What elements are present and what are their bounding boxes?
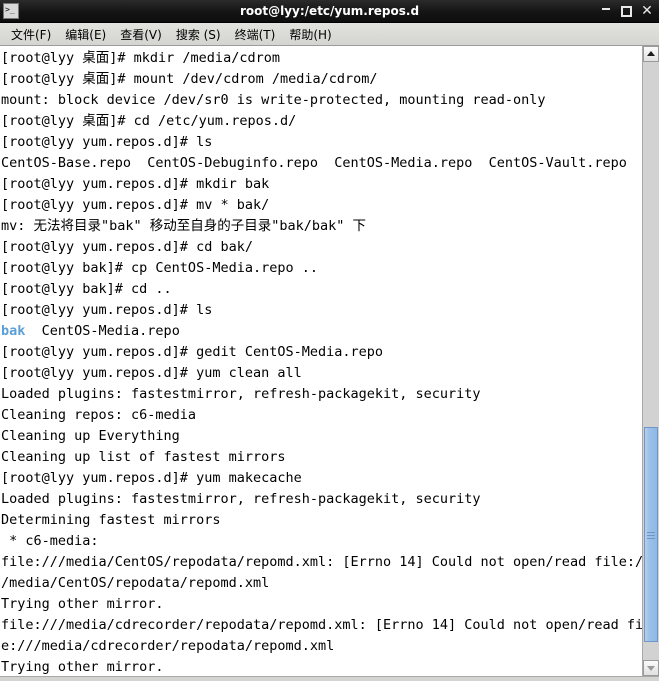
terminal-line: [root@lyy yum.repos.d]# yum makecache (1, 468, 642, 489)
terminal-text: [root@lyy yum.repos.d]# yum clean all (1, 365, 302, 381)
scroll-up-arrow-icon[interactable] (643, 46, 659, 62)
terminal-text: CentOS-Media.repo (25, 323, 180, 339)
maximize-button[interactable] (621, 5, 632, 17)
terminal-icon (3, 3, 19, 19)
terminal-text: Cleaning up list of fastest mirrors (1, 449, 286, 465)
terminal-text: Trying other mirror. (1, 659, 164, 675)
terminal-screen[interactable]: [root@lyy 桌面]# mkdir /media/cdrom [root@l… (0, 46, 642, 676)
terminal-text: Cleaning up Everything (1, 428, 180, 444)
terminal-text: [root@lyy 桌面]# mkdir /media/cdrom (1, 50, 280, 66)
terminal-line: [root@lyy bak]# cd .. (1, 279, 642, 300)
window-statusbar (0, 676, 659, 681)
terminal-text: file:///media/CentOS/repodata/repomd.xml… (1, 554, 642, 570)
terminal-text: [root@lyy yum.repos.d]# mkdir bak (1, 176, 270, 192)
menu-item-search[interactable]: 搜索 (S) (169, 24, 228, 45)
terminal-text: Loaded plugins: fastestmirror, refresh-p… (1, 491, 481, 507)
terminal-text: Trying other mirror. (1, 596, 164, 612)
terminal-line: [root@lyy 桌面]# mount /dev/cdrom /media/c… (1, 69, 642, 90)
terminal-line: [root@lyy yum.repos.d]# mkdir bak (1, 174, 642, 195)
terminal-line: mv: 无法将目录"bak" 移动至自身的子目录"bak/bak" 下 (1, 216, 642, 237)
terminal-line: Loaded plugins: fastestmirror, refresh-p… (1, 384, 642, 405)
menu-item-terminal[interactable]: 终端(T) (228, 24, 283, 45)
terminal-line: e:///media/cdrecorder/repodata/repomd.xm… (1, 636, 642, 657)
menu-item-help[interactable]: 帮助(H) (282, 24, 338, 45)
terminal-line: Trying other mirror. (1, 657, 642, 676)
scrollbar-thumb[interactable] (644, 426, 658, 643)
terminal-line: Cleaning repos: c6-media (1, 405, 642, 426)
terminal-line: /media/CentOS/repodata/repomd.xml (1, 573, 642, 594)
terminal-line: Determining fastest mirrors (1, 510, 642, 531)
terminal-line: file:///media/CentOS/repodata/repomd.xml… (1, 552, 642, 573)
terminal-text: CentOS-Base.repo CentOS-Debuginfo.repo C… (1, 155, 627, 171)
window-title: root@lyy:/etc/yum.repos.d (239, 4, 420, 18)
terminal-text: file:///media/cdrecorder/repodata/repomd… (1, 617, 642, 633)
terminal-line: mount: block device /dev/sr0 is write-pr… (1, 90, 642, 111)
terminal-text: [root@lyy yum.repos.d]# ls (1, 134, 213, 150)
scroll-down-arrow-icon[interactable] (643, 660, 659, 676)
terminal-line: [root@lyy yum.repos.d]# ls (1, 300, 642, 321)
terminal-line: bak CentOS-Media.repo (1, 321, 642, 342)
terminal-line: [root@lyy yum.repos.d]# gedit CentOS-Med… (1, 342, 642, 363)
terminal-line: Loaded plugins: fastestmirror, refresh-p… (1, 489, 642, 510)
terminal-text: [root@lyy bak]# cd .. (1, 281, 172, 297)
terminal-text: Loaded plugins: fastestmirror, refresh-p… (1, 386, 481, 402)
terminal-line: * c6-media: (1, 531, 642, 552)
terminal-text: [root@lyy yum.repos.d]# ls (1, 302, 213, 318)
terminal-line: file:///media/cdrecorder/repodata/repomd… (1, 615, 642, 636)
terminal-line: Cleaning up list of fastest mirrors (1, 447, 642, 468)
terminal-text: [root@lyy bak]# cp CentOS-Media.repo .. (1, 260, 318, 276)
terminal-line: [root@lyy 桌面]# mkdir /media/cdrom (1, 48, 642, 69)
terminal-window: root@lyy:/etc/yum.repos.d ✕ 文件(F) 编辑(E) … (0, 0, 659, 681)
terminal-text: /media/CentOS/repodata/repomd.xml (1, 575, 270, 591)
terminal-text: e:///media/cdrecorder/repodata/repomd.xm… (1, 638, 335, 654)
scrollbar-track[interactable] (643, 62, 659, 660)
terminal-line: [root@lyy yum.repos.d]# ls (1, 132, 642, 153)
menu-item-edit[interactable]: 编辑(E) (58, 24, 113, 45)
terminal-line: [root@lyy bak]# cp CentOS-Media.repo .. (1, 258, 642, 279)
terminal-text: [root@lyy 桌面]# mount /dev/cdrom /media/c… (1, 71, 378, 87)
terminal-text: [root@lyy yum.repos.d]# mv * bak/ (1, 197, 270, 213)
terminal-scrollbar[interactable] (642, 46, 659, 676)
terminal-body: [root@lyy 桌面]# mkdir /media/cdrom [root@l… (0, 46, 659, 676)
terminal-text: * c6-media: (1, 533, 99, 549)
terminal-line: [root@lyy yum.repos.d]# yum clean all (1, 363, 642, 384)
terminal-text: [root@lyy yum.repos.d]# gedit CentOS-Med… (1, 344, 384, 360)
terminal-line: CentOS-Base.repo CentOS-Debuginfo.repo C… (1, 153, 642, 174)
terminal-text: mv: 无法将目录"bak" 移动至自身的子目录"bak/bak" 下 (1, 218, 367, 234)
terminal-text: Determining fastest mirrors (1, 512, 221, 528)
terminal-line: [root@lyy 桌面]# cd /etc/yum.repos.d/ (1, 111, 642, 132)
terminal-text: [root@lyy yum.repos.d]# yum makecache (1, 470, 302, 486)
terminal-line: [root@lyy yum.repos.d]# cd bak/ (1, 237, 642, 258)
menu-item-file[interactable]: 文件(F) (4, 24, 58, 45)
terminal-text: [root@lyy 桌面]# cd /etc/yum.repos.d/ (1, 113, 297, 129)
terminal-text: [root@lyy yum.repos.d]# cd bak/ (1, 239, 253, 255)
window-titlebar[interactable]: root@lyy:/etc/yum.repos.d ✕ (0, 0, 659, 23)
menubar: 文件(F) 编辑(E) 查看(V) 搜索 (S) 终端(T) 帮助(H) (0, 23, 659, 46)
terminal-text: mount: block device /dev/sr0 is write-pr… (1, 92, 546, 108)
terminal-line: Trying other mirror. (1, 594, 642, 615)
menu-item-view[interactable]: 查看(V) (113, 24, 169, 45)
terminal-text: Cleaning repos: c6-media (1, 407, 197, 423)
scrollbar-grip-icon (647, 530, 655, 541)
close-button[interactable]: ✕ (641, 4, 653, 18)
terminal-line: Cleaning up Everything (1, 426, 642, 447)
terminal-line: [root@lyy yum.repos.d]# mv * bak/ (1, 195, 642, 216)
directory-name: bak (1, 323, 26, 339)
window-controls: ✕ (601, 4, 653, 18)
